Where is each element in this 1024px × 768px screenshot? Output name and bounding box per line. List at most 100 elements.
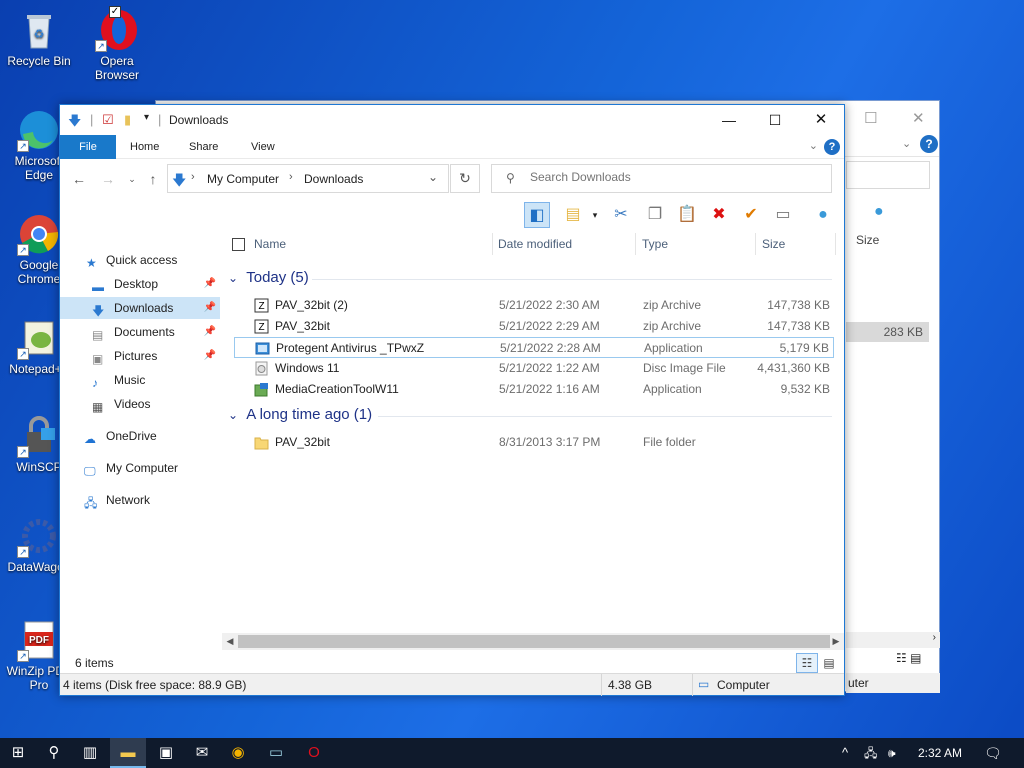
computer-app-icon[interactable]: ▭: [258, 738, 294, 768]
new-folder-icon[interactable]: ▮: [124, 112, 131, 128]
desktop-icon-opera[interactable]: ↗ ✓ Opera Browser: [80, 6, 154, 82]
column-header-size[interactable]: Size: [856, 233, 879, 247]
nav-item-videos[interactable]: ▦ Videos: [60, 393, 220, 415]
up-button[interactable]: ↑: [143, 169, 163, 189]
details-view-icon[interactable]: ☷ ▤: [896, 651, 921, 665]
horizontal-scrollbar[interactable]: ›: [846, 632, 940, 648]
notifications-icon[interactable]: 🗨: [984, 738, 1002, 768]
scrollbar-thumb[interactable]: [238, 635, 830, 648]
column-header-type[interactable]: Type: [642, 237, 668, 251]
column-divider[interactable]: [835, 233, 836, 255]
delete-icon[interactable]: ✖: [706, 202, 732, 228]
maximize-button[interactable]: ☐: [752, 105, 798, 135]
address-bar[interactable]: 🡇 › My Computer › Downloads ⌄: [167, 164, 449, 193]
group-header-today[interactable]: ⌄ Today (5): [228, 269, 834, 291]
download-arrow-icon[interactable]: 🡇: [68, 112, 81, 134]
pin-icon[interactable]: 📌: [204, 321, 216, 343]
refresh-button[interactable]: ↻: [450, 164, 480, 193]
preview-pane-icon[interactable]: ◧: [524, 202, 550, 228]
breadcrumb-my-computer[interactable]: My Computer: [207, 172, 279, 186]
nav-item-quick-access[interactable]: ★ Quick access: [60, 249, 220, 271]
checkmark-icon[interactable]: ✔: [738, 202, 764, 228]
shell-icon[interactable]: ●: [810, 202, 836, 228]
selected-size-cell[interactable]: 283 KB: [846, 322, 929, 342]
column-header-name[interactable]: Name: [254, 237, 286, 251]
nav-item-pictures[interactable]: ▣ Pictures 📌: [60, 345, 220, 367]
horizontal-scrollbar[interactable]: ◀ ▶: [222, 633, 844, 650]
nav-item-my-computer[interactable]: 🖵 My Computer: [60, 457, 220, 479]
chevron-down-icon[interactable]: ⌄: [809, 139, 818, 152]
group-header-long-ago[interactable]: ⌄ A long time ago (1): [228, 406, 834, 428]
column-header-size[interactable]: Size: [762, 237, 785, 251]
tab-view[interactable]: View: [239, 135, 287, 159]
minimize-button[interactable]: —: [706, 105, 752, 135]
back-button[interactable]: ←: [69, 169, 89, 189]
column-divider[interactable]: [492, 233, 493, 255]
start-button[interactable]: ⊞: [0, 738, 36, 768]
details-view-icon[interactable]: ☷: [796, 653, 818, 673]
nav-item-documents[interactable]: ▤ Documents 📌: [60, 321, 220, 343]
column-header-date[interactable]: Date modified: [498, 237, 572, 251]
chevron-right-icon[interactable]: ▶: [828, 633, 844, 650]
explorer-window[interactable]: 🡇 | ☑ ▮ ▾ | Downloads — ☐ ✕ File Home Sh…: [59, 104, 845, 696]
network-icon[interactable]: 🖧: [864, 738, 877, 768]
desktop-icon-recycle-bin[interactable]: ♻ Recycle Bin: [2, 8, 76, 68]
maximize-icon[interactable]: ☐: [864, 109, 877, 127]
recent-locations-button[interactable]: ⌄: [122, 169, 142, 189]
pin-icon[interactable]: 📌: [204, 297, 216, 319]
chevron-down-icon[interactable]: ⌄: [428, 170, 438, 184]
large-icons-view-icon[interactable]: ▤: [818, 653, 840, 673]
column-divider[interactable]: [755, 233, 756, 255]
chevron-down-icon[interactable]: ▾: [144, 112, 149, 123]
search-box[interactable]: ⚲: [491, 164, 832, 193]
chrome-icon[interactable]: ◉: [220, 738, 256, 768]
table-row[interactable]: Z PAV_32bit (2) 5/21/2022 2:30 AM zip Ar…: [234, 295, 834, 316]
table-row[interactable]: MediaCreationToolW11 5/21/2022 1:16 AM A…: [234, 379, 834, 400]
mail-icon[interactable]: ✉: [184, 738, 220, 768]
chevron-down-icon[interactable]: ⌄: [902, 137, 911, 150]
title-bar[interactable]: 🡇 | ☑ ▮ ▾ | Downloads — ☐ ✕: [60, 105, 844, 135]
nav-item-downloads[interactable]: 🡇 Downloads 📌: [60, 297, 220, 319]
task-view-icon[interactable]: ▥: [72, 738, 108, 768]
pin-icon[interactable]: 📌: [204, 345, 216, 367]
properties-icon[interactable]: ☑: [102, 112, 114, 128]
rename-icon[interactable]: ▭: [770, 202, 796, 228]
nav-item-music[interactable]: ♪ Music: [60, 369, 220, 391]
column-divider[interactable]: [635, 233, 636, 255]
nav-item-onedrive[interactable]: ☁ OneDrive: [60, 425, 220, 447]
paste-icon[interactable]: 📋: [674, 202, 700, 228]
tab-home[interactable]: Home: [118, 135, 171, 159]
forward-button[interactable]: →: [98, 169, 118, 189]
help-icon[interactable]: ?: [920, 135, 938, 153]
cut-icon[interactable]: ✂: [608, 202, 634, 228]
chevron-down-icon[interactable]: ▾: [582, 202, 608, 228]
nav-item-network[interactable]: 🖧 Network: [60, 489, 220, 511]
chevron-right-icon[interactable]: ›: [933, 632, 936, 643]
table-row[interactable]: PAV_32bit 8/31/2013 3:17 PM File folder: [234, 432, 834, 453]
help-icon[interactable]: ?: [824, 139, 840, 155]
opera-icon[interactable]: O: [296, 738, 332, 768]
chevron-right-icon[interactable]: ›: [289, 171, 293, 183]
search-icon[interactable]: ⚲: [36, 738, 72, 768]
close-icon[interactable]: ✕: [912, 109, 925, 127]
volume-icon[interactable]: 🕪: [888, 738, 896, 768]
select-all-checkbox[interactable]: [232, 238, 245, 251]
background-search-box[interactable]: [846, 161, 930, 189]
breadcrumb-downloads[interactable]: Downloads: [304, 172, 363, 186]
clock[interactable]: 2:32 AM: [918, 738, 962, 768]
chevron-right-icon[interactable]: ›: [191, 171, 195, 183]
store-icon[interactable]: ▣: [148, 738, 184, 768]
nav-item-desktop[interactable]: ▬ Desktop 📌: [60, 273, 220, 295]
file-explorer-icon[interactable]: ▬: [110, 738, 146, 768]
copy-icon[interactable]: ❐: [642, 202, 668, 228]
search-input[interactable]: [530, 170, 820, 184]
tab-file[interactable]: File: [60, 135, 116, 159]
chevron-up-icon[interactable]: ^: [842, 738, 848, 768]
chevron-left-icon[interactable]: ◀: [222, 633, 238, 650]
table-row[interactable]: Z PAV_32bit 5/21/2022 2:29 AM zip Archiv…: [234, 316, 834, 337]
pin-icon[interactable]: 📌: [204, 273, 216, 295]
tab-share[interactable]: Share: [177, 135, 230, 159]
table-row[interactable]: Windows 11 5/21/2022 1:22 AM Disc Image …: [234, 358, 834, 379]
shell-icon[interactable]: ●: [874, 203, 884, 221]
close-button[interactable]: ✕: [798, 105, 844, 135]
